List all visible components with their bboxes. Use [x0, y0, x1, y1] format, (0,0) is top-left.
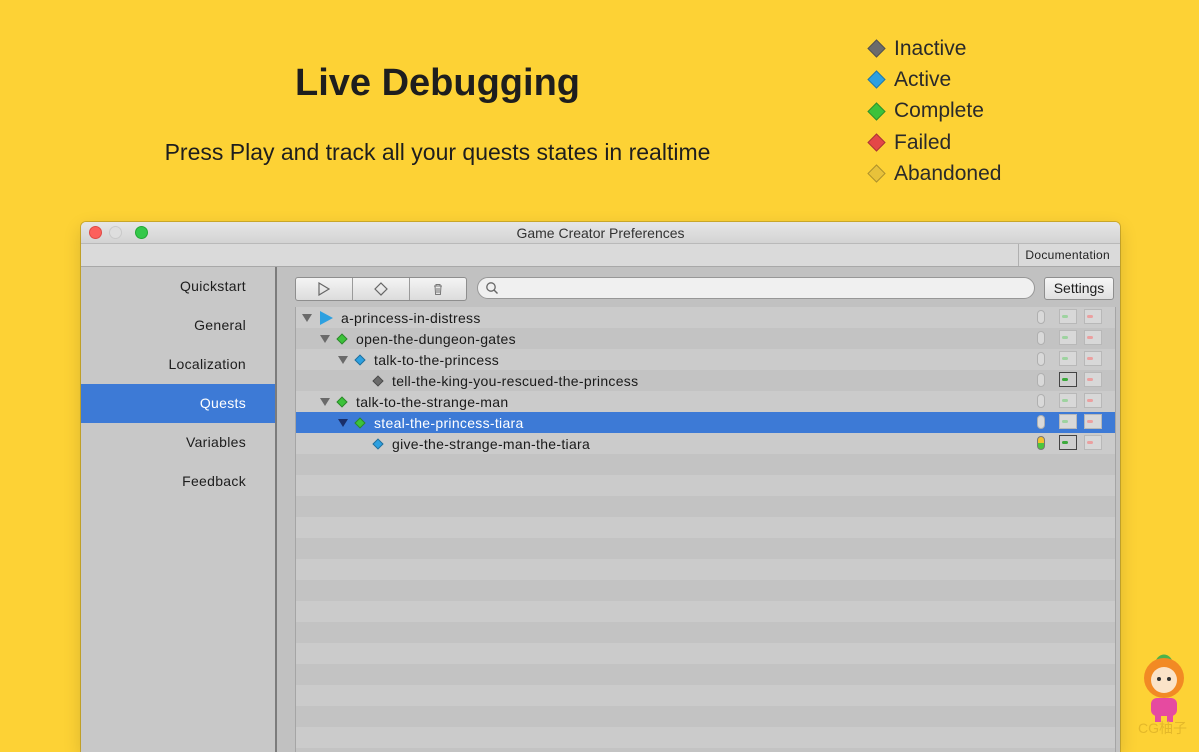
complete-action-icon[interactable] [1059, 330, 1077, 345]
quest-row-actions [1037, 372, 1109, 387]
fail-action-icon[interactable] [1084, 372, 1102, 387]
page-subtitle: Press Play and track all your quests sta… [164, 139, 711, 165]
watermark-text: CG柚子 [1138, 720, 1187, 736]
complete-action-icon[interactable] [1059, 372, 1077, 387]
search-icon [486, 282, 498, 294]
legend-label: Abandoned [894, 161, 1002, 185]
quest-row[interactable]: talk-to-the-princess [296, 349, 1115, 370]
sidebar: Quickstart General Localization Quests V… [81, 267, 277, 752]
quest-row[interactable]: talk-to-the-strange-man [296, 391, 1115, 412]
sidebar-item-quests[interactable]: Quests [81, 384, 275, 423]
legend-item-active: Active [866, 64, 1001, 95]
documentation-button[interactable]: Documentation [1018, 244, 1116, 266]
legend-label: Failed [894, 130, 952, 154]
sidebar-item-feedback[interactable]: Feedback [81, 462, 275, 501]
complete-diamond-icon [354, 416, 366, 429]
complete-action-icon[interactable] [1059, 414, 1077, 429]
abandoned-diamond-icon [867, 164, 886, 184]
failed-diamond-icon [867, 133, 886, 152]
legend-item-complete: Complete [866, 96, 1001, 127]
complete-diamond-icon [336, 332, 348, 345]
debug-toggle-icon[interactable] [1037, 309, 1045, 324]
complete-diamond-icon [336, 395, 348, 408]
fail-action-icon[interactable] [1084, 330, 1102, 345]
expand-arrow-icon[interactable] [320, 397, 330, 406]
sidebar-item-general[interactable]: General [81, 306, 275, 345]
quest-tree: a-princess-in-distress open-the-dungeon-g… [295, 307, 1116, 752]
inactive-diamond-icon [372, 374, 384, 387]
quest-label: open-the-dungeon-gates [356, 330, 516, 347]
header-bar: Documentation [81, 244, 1120, 267]
add-quest-button[interactable] [353, 278, 410, 300]
debug-toggle-icon[interactable] [1037, 372, 1045, 387]
complete-action-icon[interactable] [1059, 309, 1077, 324]
active-diamond-icon [372, 437, 384, 450]
delete-button[interactable] [410, 278, 466, 300]
quest-label: talk-to-the-strange-man [356, 393, 509, 410]
play-icon [318, 282, 331, 296]
sidebar-item-variables[interactable]: Variables [81, 423, 275, 462]
sidebar-item-quickstart[interactable]: Quickstart [81, 267, 275, 306]
quest-row[interactable]: open-the-dungeon-gates [296, 328, 1115, 349]
quest-row[interactable]: steal-the-princess-tiara [296, 412, 1115, 433]
preferences-window: Game Creator Preferences Documentation Q… [81, 222, 1120, 752]
quest-label: steal-the-princess-tiara [374, 414, 524, 431]
active-diamond-icon [867, 70, 886, 90]
settings-button[interactable]: Settings [1044, 277, 1114, 300]
expand-arrow-icon[interactable] [338, 355, 348, 364]
fail-action-icon[interactable] [1084, 435, 1102, 450]
quest-row-actions [1037, 309, 1109, 324]
quests-panel: Settings a-princess-in-distress open-the-… [277, 267, 1120, 752]
quest-row[interactable]: a-princess-in-distress [296, 307, 1115, 328]
debug-toggle-icon[interactable] [1037, 351, 1045, 366]
fail-action-icon[interactable] [1084, 351, 1102, 366]
play-button[interactable] [296, 278, 353, 300]
legend-item-inactive: Inactive [866, 33, 1001, 64]
debug-toggle-icon[interactable] [1037, 393, 1045, 408]
quest-row-actions [1037, 330, 1109, 345]
fail-action-icon[interactable] [1084, 414, 1102, 429]
quest-label: give-the-strange-man-the-tiara [392, 435, 591, 452]
title-bar[interactable]: Game Creator Preferences [81, 222, 1120, 244]
legend-item-abandoned: Abandoned [866, 158, 1001, 189]
fail-action-icon[interactable] [1084, 309, 1102, 324]
quest-row-actions [1037, 414, 1109, 429]
inactive-diamond-icon [867, 39, 886, 58]
expand-arrow-icon[interactable] [338, 418, 348, 427]
trash-icon [434, 284, 442, 295]
quest-label: a-princess-in-distress [341, 309, 481, 326]
debug-toggle-icon[interactable] [1037, 435, 1045, 450]
search-field[interactable] [477, 277, 1035, 299]
complete-action-icon[interactable] [1059, 351, 1077, 366]
debug-toggle-icon[interactable] [1037, 414, 1045, 429]
expand-arrow-icon[interactable] [320, 334, 330, 343]
page-title: Live Debugging [295, 62, 580, 104]
quest-row-actions [1037, 351, 1109, 366]
active-diamond-icon [354, 353, 366, 366]
state-legend: Inactive Active Complete Failed Abandone… [866, 33, 1001, 189]
sidebar-item-localization[interactable]: Localization [81, 345, 275, 384]
quest-toolbar [295, 277, 467, 301]
legend-label: Complete [894, 99, 984, 123]
search-input[interactable] [504, 279, 1028, 299]
window-title: Game Creator Preferences [516, 225, 685, 241]
expand-arrow-icon[interactable] [302, 313, 312, 322]
legend-item-failed: Failed [866, 127, 1001, 158]
legend-label: Active [894, 67, 952, 91]
legend-label: Inactive [894, 36, 967, 60]
quest-row-actions [1037, 435, 1109, 450]
diamond-icon [374, 282, 388, 296]
quest-row[interactable]: give-the-strange-man-the-tiara [296, 433, 1115, 454]
debug-toggle-icon[interactable] [1037, 330, 1045, 345]
complete-diamond-icon [867, 102, 886, 121]
fail-action-icon[interactable] [1084, 393, 1102, 408]
complete-action-icon[interactable] [1059, 393, 1077, 408]
complete-action-icon[interactable] [1059, 435, 1077, 450]
quest-play-icon [320, 310, 333, 325]
quest-row[interactable]: tell-the-king-you-rescued-the-princess [296, 370, 1115, 391]
quest-label: tell-the-king-you-rescued-the-princess [392, 372, 639, 389]
quest-label: talk-to-the-princess [374, 351, 500, 368]
quest-row-actions [1037, 393, 1109, 408]
